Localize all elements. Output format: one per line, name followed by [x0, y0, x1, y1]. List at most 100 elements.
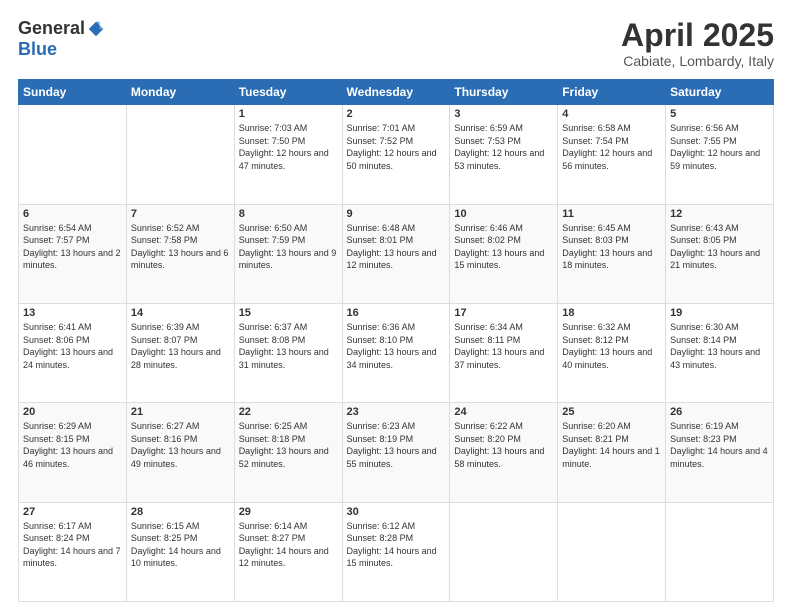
- header: General Blue April 2025 Cabiate, Lombard…: [18, 18, 774, 69]
- day-cell: 9 Sunrise: 6:48 AM Sunset: 8:01 PM Daylig…: [342, 204, 450, 303]
- day-info: Sunrise: 6:29 AM Sunset: 8:15 PM Dayligh…: [23, 420, 122, 470]
- day-number: 25: [562, 406, 661, 418]
- day-cell: 27 Sunrise: 6:17 AM Sunset: 8:24 PM Dayli…: [19, 502, 127, 601]
- day-info: Sunrise: 6:12 AM Sunset: 8:28 PM Dayligh…: [347, 520, 446, 570]
- day-info: Sunrise: 6:56 AM Sunset: 7:55 PM Dayligh…: [670, 122, 769, 172]
- day-info: Sunrise: 6:48 AM Sunset: 8:01 PM Dayligh…: [347, 222, 446, 272]
- day-number: 5: [670, 108, 769, 120]
- weekday-header-saturday: Saturday: [666, 80, 774, 105]
- week-row-4: 27 Sunrise: 6:17 AM Sunset: 8:24 PM Dayli…: [19, 502, 774, 601]
- day-info: Sunrise: 6:43 AM Sunset: 8:05 PM Dayligh…: [670, 222, 769, 272]
- day-number: 10: [454, 208, 553, 220]
- day-cell: 1 Sunrise: 7:03 AM Sunset: 7:50 PM Daylig…: [234, 105, 342, 204]
- day-info: Sunrise: 6:19 AM Sunset: 8:23 PM Dayligh…: [670, 420, 769, 470]
- day-number: 7: [131, 208, 230, 220]
- day-number: 4: [562, 108, 661, 120]
- week-row-3: 20Sunrise: 6:29 AM Sunset: 8:15 PM Dayli…: [19, 403, 774, 502]
- day-cell: [19, 105, 127, 204]
- weekday-header-monday: Monday: [126, 80, 234, 105]
- day-info: Sunrise: 7:01 AM Sunset: 7:52 PM Dayligh…: [347, 122, 446, 172]
- location: Cabiate, Lombardy, Italy: [621, 53, 774, 69]
- day-cell: [126, 105, 234, 204]
- day-number: 27: [23, 506, 122, 518]
- day-info: Sunrise: 6:59 AM Sunset: 7:53 PM Dayligh…: [454, 122, 553, 172]
- day-cell: 2 Sunrise: 7:01 AM Sunset: 7:52 PM Daylig…: [342, 105, 450, 204]
- day-cell: 12 Sunrise: 6:43 AM Sunset: 8:05 PM Dayli…: [666, 204, 774, 303]
- day-number: 1: [239, 108, 338, 120]
- day-info: Sunrise: 6:41 AM Sunset: 8:06 PM Dayligh…: [23, 321, 122, 371]
- logo-blue-text: Blue: [18, 39, 57, 60]
- day-cell: 30 Sunrise: 6:12 AM Sunset: 8:28 PM Dayli…: [342, 502, 450, 601]
- logo: General Blue: [18, 18, 105, 60]
- day-info: Sunrise: 6:23 AM Sunset: 8:19 PM Dayligh…: [347, 420, 446, 470]
- day-number: 30: [347, 506, 446, 518]
- title-area: April 2025 Cabiate, Lombardy, Italy: [621, 18, 774, 69]
- day-number: 12: [670, 208, 769, 220]
- day-info: Sunrise: 6:52 AM Sunset: 7:58 PM Dayligh…: [131, 222, 230, 272]
- day-info: Sunrise: 6:46 AM Sunset: 8:02 PM Dayligh…: [454, 222, 553, 272]
- day-cell: 14 Sunrise: 6:39 AM Sunset: 8:07 PM Dayli…: [126, 303, 234, 402]
- day-cell: 5 Sunrise: 6:56 AM Sunset: 7:55 PM Daylig…: [666, 105, 774, 204]
- day-number: 26: [670, 406, 769, 418]
- day-cell: 8 Sunrise: 6:50 AM Sunset: 7:59 PM Daylig…: [234, 204, 342, 303]
- day-info: Sunrise: 6:32 AM Sunset: 8:12 PM Dayligh…: [562, 321, 661, 371]
- day-cell: [450, 502, 558, 601]
- day-cell: 20Sunrise: 6:29 AM Sunset: 8:15 PM Dayli…: [19, 403, 127, 502]
- day-cell: 17 Sunrise: 6:34 AM Sunset: 8:11 PM Dayli…: [450, 303, 558, 402]
- day-info: Sunrise: 6:36 AM Sunset: 8:10 PM Dayligh…: [347, 321, 446, 371]
- month-title: April 2025: [621, 18, 774, 53]
- day-info: Sunrise: 6:34 AM Sunset: 8:11 PM Dayligh…: [454, 321, 553, 371]
- day-number: 14: [131, 307, 230, 319]
- day-number: 18: [562, 307, 661, 319]
- header-row: SundayMondayTuesdayWednesdayThursdayFrid…: [19, 80, 774, 105]
- day-number: 28: [131, 506, 230, 518]
- day-cell: [666, 502, 774, 601]
- day-info: Sunrise: 6:22 AM Sunset: 8:20 PM Dayligh…: [454, 420, 553, 470]
- day-info: Sunrise: 6:20 AM Sunset: 8:21 PM Dayligh…: [562, 420, 661, 470]
- weekday-header-wednesday: Wednesday: [342, 80, 450, 105]
- day-cell: 29 Sunrise: 6:14 AM Sunset: 8:27 PM Dayli…: [234, 502, 342, 601]
- day-info: Sunrise: 6:54 AM Sunset: 7:57 PM Dayligh…: [23, 222, 122, 272]
- day-cell: 19 Sunrise: 6:30 AM Sunset: 8:14 PM Dayli…: [666, 303, 774, 402]
- day-cell: 11 Sunrise: 6:45 AM Sunset: 8:03 PM Dayli…: [558, 204, 666, 303]
- day-number: 29: [239, 506, 338, 518]
- day-number: 19: [670, 307, 769, 319]
- day-cell: 15Sunrise: 6:37 AM Sunset: 8:08 PM Dayli…: [234, 303, 342, 402]
- day-info: Sunrise: 6:14 AM Sunset: 8:27 PM Dayligh…: [239, 520, 338, 570]
- weekday-header-tuesday: Tuesday: [234, 80, 342, 105]
- day-cell: 18 Sunrise: 6:32 AM Sunset: 8:12 PM Dayli…: [558, 303, 666, 402]
- page: General Blue April 2025 Cabiate, Lombard…: [0, 0, 792, 612]
- day-info: Sunrise: 6:30 AM Sunset: 8:14 PM Dayligh…: [670, 321, 769, 371]
- weekday-header-friday: Friday: [558, 80, 666, 105]
- day-number: 23: [347, 406, 446, 418]
- weekday-header-thursday: Thursday: [450, 80, 558, 105]
- day-number: 17: [454, 307, 553, 319]
- calendar: SundayMondayTuesdayWednesdayThursdayFrid…: [18, 79, 774, 602]
- day-number: 3: [454, 108, 553, 120]
- day-cell: 13 Sunrise: 6:41 AM Sunset: 8:06 PM Dayli…: [19, 303, 127, 402]
- day-info: Sunrise: 6:17 AM Sunset: 8:24 PM Dayligh…: [23, 520, 122, 570]
- day-info: Sunrise: 6:45 AM Sunset: 8:03 PM Dayligh…: [562, 222, 661, 272]
- logo-general-text: General: [18, 18, 85, 39]
- day-cell: 7 Sunrise: 6:52 AM Sunset: 7:58 PM Daylig…: [126, 204, 234, 303]
- day-number: 2: [347, 108, 446, 120]
- day-number: 15: [239, 307, 338, 319]
- day-cell: 23 Sunrise: 6:23 AM Sunset: 8:19 PM Dayli…: [342, 403, 450, 502]
- day-info: Sunrise: 6:50 AM Sunset: 7:59 PM Dayligh…: [239, 222, 338, 272]
- day-number: 21: [131, 406, 230, 418]
- logo-icon: [87, 20, 105, 38]
- day-info: Sunrise: 6:39 AM Sunset: 8:07 PM Dayligh…: [131, 321, 230, 371]
- day-number: 8: [239, 208, 338, 220]
- calendar-body: 1 Sunrise: 7:03 AM Sunset: 7:50 PM Daylig…: [19, 105, 774, 602]
- day-cell: 24Sunrise: 6:22 AM Sunset: 8:20 PM Dayli…: [450, 403, 558, 502]
- day-number: 13: [23, 307, 122, 319]
- day-info: Sunrise: 6:27 AM Sunset: 8:16 PM Dayligh…: [131, 420, 230, 470]
- week-row-0: 1 Sunrise: 7:03 AM Sunset: 7:50 PM Daylig…: [19, 105, 774, 204]
- day-cell: 26 Sunrise: 6:19 AM Sunset: 8:23 PM Dayli…: [666, 403, 774, 502]
- calendar-header: SundayMondayTuesdayWednesdayThursdayFrid…: [19, 80, 774, 105]
- weekday-header-sunday: Sunday: [19, 80, 127, 105]
- day-number: 11: [562, 208, 661, 220]
- day-number: 9: [347, 208, 446, 220]
- day-cell: 21 Sunrise: 6:27 AM Sunset: 8:16 PM Dayli…: [126, 403, 234, 502]
- day-info: Sunrise: 7:03 AM Sunset: 7:50 PM Dayligh…: [239, 122, 338, 172]
